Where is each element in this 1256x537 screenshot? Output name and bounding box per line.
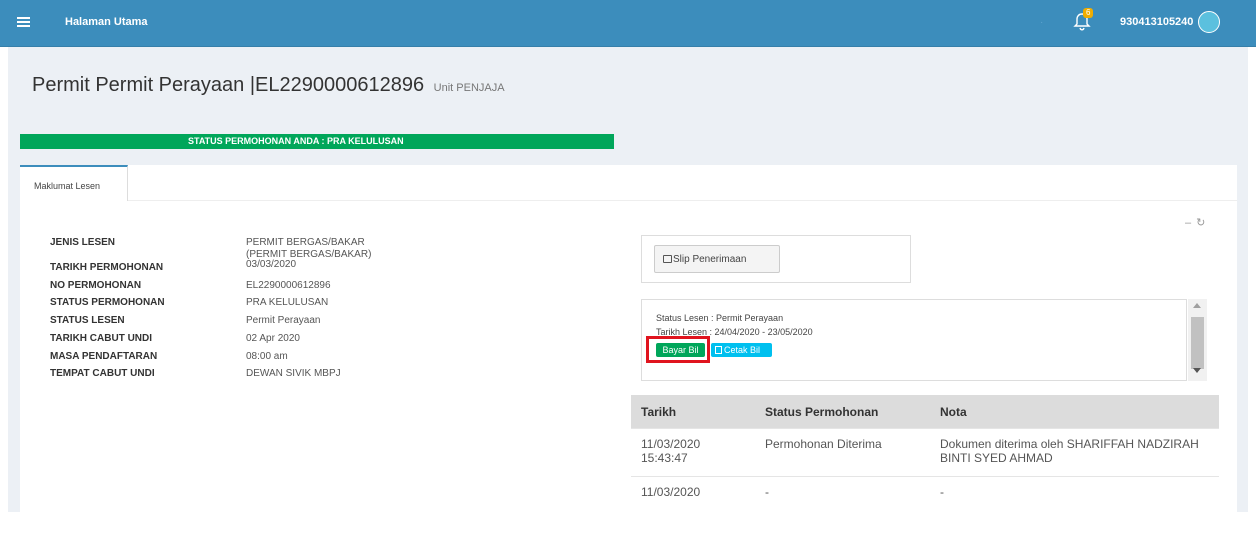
navbar-divider: · (1040, 17, 1044, 28)
info-label: TARIKH PERMOHONAN (50, 262, 164, 273)
info-value: Permit Perayaan (246, 315, 321, 326)
status-banner-text: STATUS PERMOHONAN ANDA : PRA KELULUSAN (188, 136, 404, 146)
license-status-panel: Status Lesen : Permit Perayaan Tarikh Le… (641, 299, 1187, 381)
info-label: NO PERMOHONAN (50, 280, 142, 291)
info-label: TARIKH CABUT UNDI (50, 333, 153, 344)
collapse-icon[interactable]: – (1185, 217, 1196, 229)
top-navbar: Halaman Utama · 6 930413105240 (0, 0, 1256, 47)
table-row: 11/03/2020 15:43:47 Permohonan Diterima … (631, 428, 1219, 477)
info-label: JENIS LESEN (50, 237, 116, 248)
history-table: Tarikh Status Permohonan Nota 11/03/2020… (631, 395, 1219, 517)
history-note: Dokumen diterima oleh SHARIFFAH NADZIRAH… (930, 428, 1219, 477)
refresh-icon[interactable]: ↻ (1196, 217, 1210, 229)
history-date: 11/03/2020 (641, 485, 701, 499)
scroll-thumb[interactable] (1191, 317, 1204, 369)
status-panel-scrollbar[interactable] (1188, 299, 1207, 381)
info-value: PERMIT BERGAS/BAKAR (246, 237, 365, 248)
info-value: 02 Apr 2020 (246, 333, 300, 344)
info-value: 03/03/2020 (246, 259, 297, 270)
column-header: Tarikh (631, 395, 755, 429)
page-title-text: Permit Permit Perayaan |EL2290000612896 (32, 74, 425, 96)
history-status: - (755, 476, 930, 517)
pdf-icon (715, 346, 722, 354)
tab-label: Maklumat Lesen (34, 181, 101, 191)
info-value: DEWAN SIVIK MBPJ (246, 368, 341, 379)
scroll-down-arrow-icon[interactable] (1193, 368, 1201, 373)
column-header: Nota (930, 395, 1219, 429)
page-title: Permit Permit Perayaan |EL2290000612896 … (32, 74, 505, 97)
highlight-box (646, 336, 710, 363)
info-label: STATUS PERMOHONAN (50, 297, 165, 308)
avatar[interactable] (1198, 11, 1220, 33)
box-tools: –↻ (1185, 216, 1210, 229)
info-label: MASA PENDAFTARAN (50, 351, 158, 362)
menu-icon[interactable] (17, 17, 30, 27)
table-row: 11/03/2020 - - (631, 476, 1219, 517)
history-date: 11/03/2020 (641, 437, 701, 451)
slip-penerimaan-button[interactable]: Slip Penerimaan (654, 245, 780, 273)
page-subtitle: Unit PENJAJA (433, 82, 505, 94)
table-header-row: Tarikh Status Permohonan Nota (631, 395, 1219, 429)
home-link[interactable]: Halaman Utama (65, 16, 148, 28)
history-status: Permohonan Diterima (755, 428, 930, 477)
history-date-cell: 11/03/2020 (631, 476, 755, 517)
scroll-up-arrow-icon[interactable] (1193, 303, 1201, 308)
column-header: Status Permohonan (755, 395, 930, 429)
tab-maklumat-lesen[interactable]: Maklumat Lesen (20, 165, 128, 201)
slip-button-label: Slip Penerimaan (673, 254, 747, 265)
history-note: - (930, 476, 1219, 517)
status-lesen-text: Status Lesen : Permit Perayaan (656, 313, 784, 323)
status-banner: STATUS PERMOHONAN ANDA : PRA KELULUSAN (20, 134, 614, 149)
user-id[interactable]: 930413105240 (1120, 16, 1193, 28)
info-label: STATUS LESEN (50, 315, 125, 326)
tab-divider (128, 200, 1237, 201)
cetak-bil-label: Cetak Bil (724, 345, 761, 355)
info-label: TEMPAT CABUT UNDI (50, 368, 155, 379)
info-value: 08:00 am (246, 351, 288, 362)
history-date-cell: 11/03/2020 15:43:47 (631, 428, 755, 477)
notification-badge: 6 (1083, 8, 1094, 18)
info-value: PRA KELULUSAN (246, 297, 329, 308)
history-time: 15:43:47 (641, 451, 688, 465)
printer-icon (663, 255, 672, 263)
info-value: EL2290000612896 (246, 280, 331, 291)
cetak-bil-button[interactable]: Cetak Bil (711, 343, 772, 357)
